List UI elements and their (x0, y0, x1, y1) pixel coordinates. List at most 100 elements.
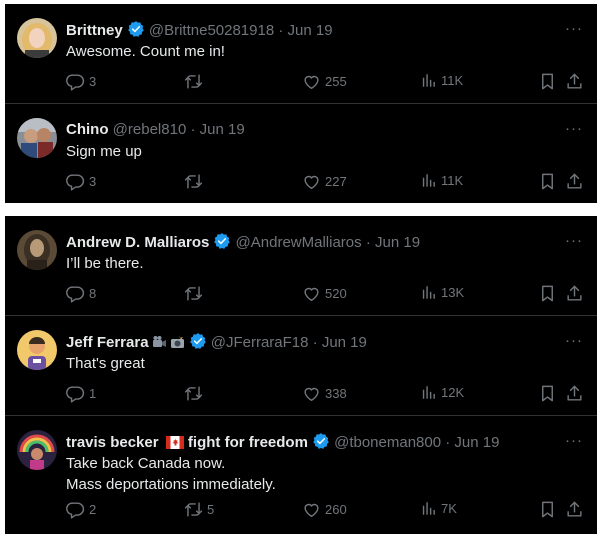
author-handle[interactable]: @AndrewMalliaros (236, 234, 362, 251)
more-icon[interactable]: ··· (565, 20, 583, 37)
more-icon[interactable]: ··· (565, 432, 583, 449)
retweet-button[interactable] (184, 284, 207, 303)
tweet-actions: 3 255 11K (66, 72, 586, 94)
bookmark-button[interactable] (538, 172, 557, 191)
reply-icon (66, 384, 85, 403)
tweet-chino[interactable]: Chino @rebel810 · Jun 19 ··· Sign me up … (5, 104, 597, 204)
tweet-jeff[interactable]: Jeff Ferrara @JFerraraF18 · Jun 19 ··· T… (5, 316, 597, 416)
bookmark-button[interactable] (538, 72, 557, 91)
more-icon[interactable]: ··· (565, 120, 583, 137)
retweet-button[interactable]: 5 (184, 500, 214, 519)
view-count: 12K (441, 385, 465, 400)
reply-count: 8 (89, 286, 97, 301)
like-button[interactable]: 338 (302, 384, 347, 403)
retweet-button[interactable] (184, 172, 207, 191)
share-button[interactable] (565, 172, 584, 191)
tweet-brittney[interactable]: Brittney @Brittne50281918 · Jun 19 ··· A… (5, 4, 597, 104)
more-icon[interactable]: ··· (565, 232, 583, 249)
author-handle[interactable]: @JFerraraF18 (211, 334, 309, 351)
movie-camera-emoji-icon (152, 336, 166, 347)
tweet-date[interactable]: Jun 19 (454, 434, 499, 451)
like-count: 520 (325, 286, 347, 301)
reply-button[interactable]: 3 (66, 172, 96, 191)
avatar[interactable] (17, 18, 57, 58)
bookmark-button[interactable] (538, 284, 557, 303)
tweet-text: Sign me up (66, 143, 142, 160)
retweet-button[interactable] (184, 72, 207, 91)
share-icon (565, 384, 584, 403)
author-name[interactable]: Chino (66, 121, 109, 138)
verified-badge-icon (127, 20, 145, 38)
avatar[interactable] (17, 430, 57, 470)
more-icon[interactable]: ··· (565, 332, 583, 349)
separator: · (365, 234, 371, 251)
like-count: 255 (325, 74, 347, 89)
reply-icon (66, 284, 85, 303)
reply-icon (66, 172, 85, 191)
tweet-text: I’ll be there. (66, 255, 144, 272)
reply-button[interactable]: 3 (66, 72, 96, 91)
reply-icon (66, 500, 85, 519)
author-handle[interactable]: @rebel810 (113, 121, 187, 138)
separator: · (190, 121, 196, 138)
like-button[interactable]: 520 (302, 284, 347, 303)
views-icon (420, 384, 437, 401)
avatar[interactable] (17, 230, 57, 270)
tweet-date[interactable]: Jun 19 (200, 121, 245, 138)
heart-icon (302, 172, 321, 191)
like-button[interactable]: 255 (302, 72, 347, 91)
tweet-actions: 1 338 12K (66, 384, 586, 406)
bookmark-icon (538, 172, 557, 191)
views-button[interactable]: 13K (420, 284, 464, 301)
retweet-icon (184, 500, 203, 519)
views-button[interactable]: 11K (420, 172, 463, 189)
like-button[interactable]: 227 (302, 172, 347, 191)
author-name-suffix[interactable]: fight for freedom (188, 434, 308, 451)
views-icon (420, 284, 437, 301)
heart-icon (302, 500, 321, 519)
share-button[interactable] (565, 384, 584, 403)
author-handle[interactable]: @tboneman800 (334, 434, 441, 451)
share-icon (565, 72, 584, 91)
share-button[interactable] (565, 500, 584, 519)
reply-count: 3 (89, 74, 97, 89)
bookmark-button[interactable] (538, 384, 557, 403)
share-icon (565, 284, 584, 303)
author-name[interactable]: Andrew D. Malliaros (66, 234, 209, 251)
reply-button[interactable]: 1 (66, 384, 96, 403)
like-count: 227 (325, 174, 347, 189)
verified-badge-icon (213, 232, 231, 250)
views-button[interactable]: 12K (420, 384, 464, 401)
bookmark-icon (538, 72, 557, 91)
like-button[interactable]: 260 (302, 500, 347, 519)
views-button[interactable]: 11K (420, 72, 463, 89)
share-button[interactable] (565, 284, 584, 303)
bookmark-icon (538, 284, 557, 303)
author-name[interactable]: Brittney (66, 22, 123, 39)
tweet-text: Awesome. Count me in! (66, 43, 225, 60)
separator: · (278, 22, 284, 39)
reply-count: 1 (89, 386, 97, 401)
heart-icon (302, 384, 321, 403)
view-count: 11K (441, 73, 464, 88)
author-name[interactable]: travis becker (66, 434, 159, 451)
avatar[interactable] (17, 330, 57, 370)
reply-button[interactable]: 2 (66, 500, 96, 519)
author-name[interactable]: Jeff Ferrara (66, 334, 149, 351)
avatar[interactable] (17, 118, 57, 158)
tweet-andrew[interactable]: Andrew D. Malliaros @AndrewMalliaros · J… (5, 216, 597, 316)
bookmark-button[interactable] (538, 500, 557, 519)
like-count: 338 (325, 386, 347, 401)
tweet-date[interactable]: Jun 19 (375, 234, 420, 251)
bookmark-icon (538, 500, 557, 519)
tweet-travis[interactable]: travis becker fight for freedom @tbonema… (5, 416, 597, 534)
reply-icon (66, 72, 85, 91)
tweet-date[interactable]: Jun 19 (288, 22, 333, 39)
share-button[interactable] (565, 72, 584, 91)
views-button[interactable]: 7K (420, 500, 457, 517)
tweet-date[interactable]: Jun 19 (322, 334, 367, 351)
author-handle[interactable]: @Brittne50281918 (149, 22, 274, 39)
tweet-text: Take back Canada now. Mass deportations … (66, 455, 276, 493)
retweet-button[interactable] (184, 384, 207, 403)
reply-button[interactable]: 8 (66, 284, 96, 303)
